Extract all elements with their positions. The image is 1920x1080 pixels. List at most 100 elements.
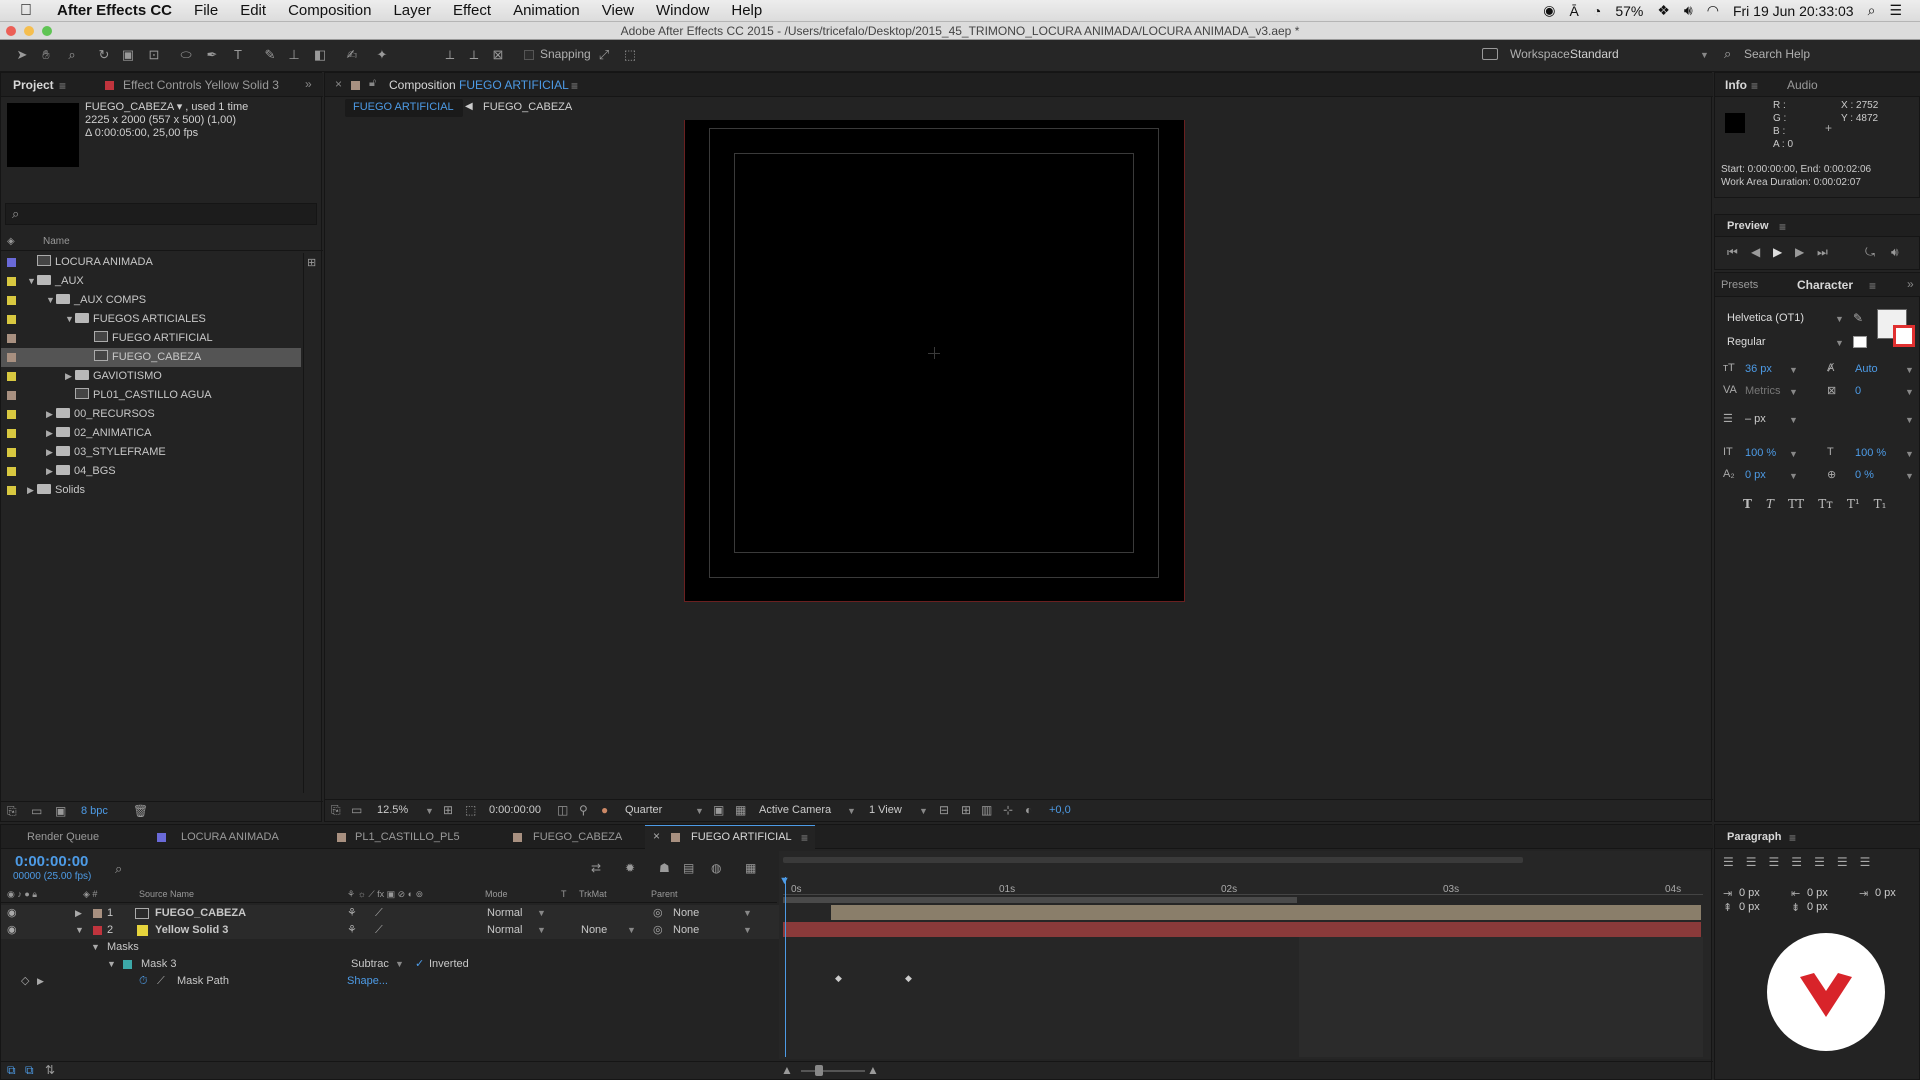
next-frame-icon[interactable]: ▶︎ <box>1795 245 1804 259</box>
search-help-input[interactable]: Search Help <box>1744 47 1810 61</box>
tab-project[interactable]: Project <box>13 74 54 96</box>
expand-icon[interactable]: ▶ <box>46 405 56 424</box>
menu-composition[interactable]: Composition <box>277 2 382 19</box>
tab-presets[interactable]: Presets <box>1721 274 1758 296</box>
layer1-visibility-icon[interactable]: ◉ <box>7 905 17 922</box>
font-family-dropdown-icon[interactable]: ▼ <box>1835 314 1844 324</box>
layer-row-1[interactable]: ◉ ▶ 1 FUEGO_CABEZA ⚘ ⟋ Normal ▼ ◎ None ▼ <box>1 905 783 922</box>
inverted-checkbox[interactable]: ✓ <box>415 956 424 973</box>
faux-italic-button[interactable]: T <box>1766 497 1774 511</box>
layer2-trkmat-dropdown-icon[interactable]: ▼ <box>627 922 636 939</box>
horizontal-scale-value[interactable]: 100 % <box>1855 447 1886 459</box>
faux-bold-button[interactable]: T <box>1743 497 1752 511</box>
toggle-switches-icon[interactable]: ⧉ <box>7 1063 16 1078</box>
superscript-button[interactable]: T¹ <box>1847 497 1860 511</box>
project-item[interactable]: ▶ 03_STYLEFRAME <box>1 443 301 462</box>
draft-3d-icon[interactable]: ✹ <box>625 861 635 875</box>
masks-group-row[interactable]: ▼ Masks <box>1 939 783 956</box>
breadcrumb-fuego-artificial[interactable]: FUEGO ARTIFICIAL <box>353 101 454 113</box>
pan-behind-tool-icon[interactable]: ⊡ <box>146 47 162 63</box>
project-item[interactable]: LOCURA ANIMADA <box>1 253 301 272</box>
sync-icon[interactable]: ◔ <box>1593 3 1601 19</box>
time-zoom-handle[interactable] <box>815 1065 823 1076</box>
playhead[interactable] <box>785 877 786 1057</box>
label-color[interactable] <box>7 258 16 267</box>
ellipse-tool-icon[interactable]: ⬭ <box>178 47 194 63</box>
new-comp-icon[interactable]: ▣ <box>55 804 66 818</box>
layer2-trkmat[interactable]: None <box>581 922 607 939</box>
volume-icon[interactable]: 🔊︎ <box>1684 2 1693 19</box>
mask3-mode[interactable]: Subtrac <box>351 956 389 973</box>
composition-canvas[interactable] <box>684 120 1185 602</box>
info-panel-menu-icon[interactable]: ≡ <box>1751 79 1758 93</box>
first-frame-icon[interactable]: ⏮︎ <box>1727 245 1738 260</box>
mask-shape-link[interactable]: Shape... <box>347 973 388 990</box>
masks-collapse-icon[interactable]: ▼ <box>91 939 100 956</box>
project-panel-menu-icon[interactable]: ≡ <box>59 79 66 93</box>
label-color[interactable] <box>7 296 16 305</box>
justify-center-icon[interactable]: ☰ <box>1814 855 1825 869</box>
project-search-input[interactable]: ⌕ <box>5 203 317 225</box>
white-swatch[interactable] <box>1853 336 1867 348</box>
tab-audio[interactable]: Audio <box>1787 74 1818 96</box>
project-item[interactable]: FUEGO ARTIFICIAL <box>1 329 301 348</box>
project-item[interactable]: ▼ _AUX COMPS <box>1 291 301 310</box>
layer1-name[interactable]: FUEGO_CABEZA <box>155 905 246 922</box>
align-center-icon[interactable]: ☰ <box>1746 855 1757 869</box>
zoom-window-button[interactable] <box>42 26 52 36</box>
stroke-width-dropdown-icon[interactable]: ▼ <box>1789 415 1798 425</box>
vertical-scale-value[interactable]: 100 % <box>1745 447 1776 459</box>
keyframe-1[interactable]: ◆ <box>835 973 842 984</box>
stroke-style-dropdown-icon[interactable]: ▼ <box>1905 415 1914 425</box>
trkmat-column-header[interactable]: TrkMat <box>579 889 607 899</box>
project-item[interactable]: ▶ 04_BGS <box>1 462 301 481</box>
mask-path-row[interactable]: ◇ ▶ ⏱︎ ⟋ Mask Path Shape... <box>1 973 783 990</box>
character-overflow-icon[interactable]: » <box>1907 277 1914 291</box>
resolution-select[interactable]: Quarter <box>625 804 662 816</box>
justify-all-icon[interactable]: ☰ <box>1860 855 1871 869</box>
breadcrumb-fuego-cabeza[interactable]: FUEGO_CABEZA <box>483 101 572 113</box>
collapse-icon[interactable]: ▼ <box>65 310 75 329</box>
label-color[interactable] <box>7 277 16 286</box>
collapse-icon[interactable]: ▼ <box>46 291 56 310</box>
mask-path-label[interactable]: Mask Path <box>177 973 229 990</box>
space-before-value[interactable]: 0 px <box>1739 901 1760 913</box>
keyframe-2[interactable]: ◆ <box>905 973 912 984</box>
type-tool-icon[interactable]: T <box>230 47 246 63</box>
preview-panel-menu-icon[interactable]: ≡ <box>1779 220 1786 234</box>
hand-tool-icon[interactable]: ✋︎ <box>38 47 54 63</box>
puppet-tool-icon[interactable]: ✦ <box>374 47 390 63</box>
character-panel-menu-icon[interactable]: ≡ <box>1869 279 1876 293</box>
apple-menu-icon[interactable]:  <box>0 2 46 20</box>
mask3-name[interactable]: Mask 3 <box>141 956 176 973</box>
expand-icon[interactable]: ▶ <box>65 367 75 386</box>
subscript-button[interactable]: T₁ <box>1874 497 1887 511</box>
parent-column-header[interactable]: Parent <box>651 889 678 899</box>
font-size-value[interactable]: 36 px <box>1745 363 1772 375</box>
fast-draft-icon[interactable]: ⊞ <box>961 803 971 817</box>
menu-view[interactable]: View <box>591 2 645 19</box>
leading-dropdown-icon[interactable]: ▼ <box>1905 365 1914 375</box>
vertical-scale-dropdown-icon[interactable]: ▼ <box>1789 449 1798 459</box>
tab-fuego-artificial[interactable]: FUEGO ARTIFICIAL <box>691 826 792 848</box>
menu-effect[interactable]: Effect <box>442 2 502 19</box>
t-column-header[interactable]: T <box>561 889 567 899</box>
project-item[interactable]: ▶ 00_RECURSOS <box>1 405 301 424</box>
timeline-current-time[interactable]: 0:00:00:00 <box>15 853 88 870</box>
pen-tool-icon[interactable]: ✒︎ <box>204 47 220 63</box>
timeline-panel-menu-icon[interactable]: ≡ <box>801 831 808 845</box>
current-time-display[interactable]: 0:00:00:00 <box>489 804 541 816</box>
project-item[interactable]: ▼ _AUX <box>1 272 301 291</box>
mask3-mode-dropdown-icon[interactable]: ▼ <box>395 956 404 973</box>
kerning-dropdown-icon[interactable]: ▼ <box>1789 387 1798 397</box>
horizontal-scale-dropdown-icon[interactable]: ▼ <box>1905 449 1914 459</box>
justify-right-icon[interactable]: ☰ <box>1837 855 1848 869</box>
project-item[interactable]: PL01_CASTILLO AGUA <box>1 386 301 405</box>
magnification-dropdown-icon[interactable]: ▼ <box>425 806 434 816</box>
baseline-shift-dropdown-icon[interactable]: ▼ <box>1789 471 1798 481</box>
comp-panel-menu-icon[interactable]: ≡ <box>571 79 578 93</box>
project-item[interactable]: FUEGO_CABEZA <box>1 348 301 367</box>
toggle-modes-icon[interactable]: ⧉ <box>25 1063 34 1078</box>
baseline-shift-value[interactable]: 0 px <box>1745 469 1766 481</box>
label-color[interactable] <box>7 353 16 362</box>
